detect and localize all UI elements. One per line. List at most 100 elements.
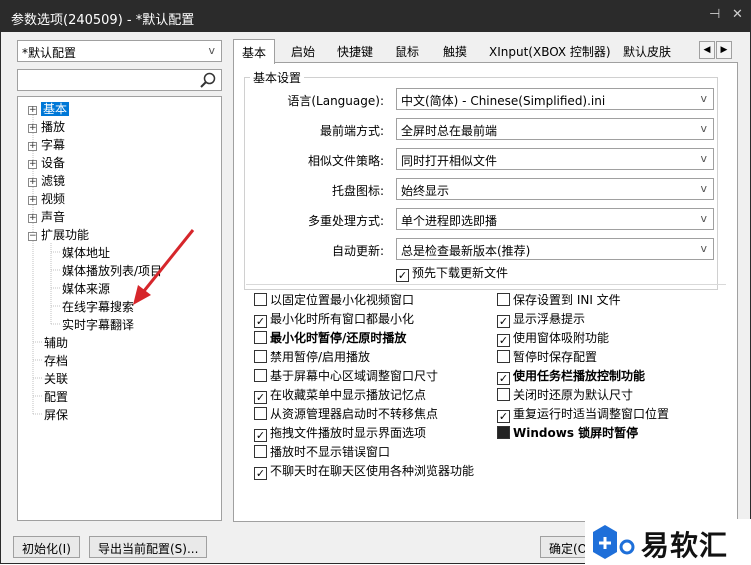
chevron-down-icon: v bbox=[208, 44, 215, 57]
predownload-checkbox[interactable]: ✓ 预先下载更新文件 bbox=[396, 265, 509, 282]
similar-files-select[interactable]: 同时打开相似文件 v bbox=[396, 148, 714, 170]
check-icon: ✓ bbox=[254, 429, 267, 442]
option-save-ini[interactable]: 保存设置到 INI 文件 bbox=[497, 292, 621, 308]
multi-process-label: 多重处理方式: bbox=[307, 214, 384, 228]
similar-files-value: 同时打开相似文件 bbox=[401, 154, 498, 168]
option-drag-show-ui[interactable]: ✓ 拖拽文件播放时显示界面选项 bbox=[254, 425, 427, 442]
checkbox-indeterminate-icon bbox=[497, 426, 510, 439]
check-icon: ✓ bbox=[497, 334, 510, 347]
checkbox-empty-icon bbox=[254, 350, 267, 363]
checkbox-empty-icon bbox=[497, 293, 510, 306]
profile-select[interactable]: *默认配置 v bbox=[17, 40, 222, 62]
divider bbox=[246, 284, 726, 285]
tab-scroll-left-icon[interactable]: ◀ bbox=[699, 41, 715, 59]
option-disable-pause[interactable]: 禁用暂停/启用播放 bbox=[254, 349, 370, 365]
close-icon[interactable]: ✕ bbox=[732, 7, 743, 22]
check-icon: ✓ bbox=[254, 315, 267, 328]
multi-process-value: 单个进程即选即播 bbox=[401, 214, 498, 228]
check-icon: ✓ bbox=[497, 410, 510, 423]
option-show-tooltips[interactable]: ✓ 显示浮悬提示 bbox=[497, 311, 586, 328]
option-chat-browser[interactable]: ✓ 不聊天时在聊天区使用各种浏览器功能 bbox=[254, 463, 475, 480]
chevron-down-icon: v bbox=[700, 242, 707, 255]
tray-icon-value: 始终显示 bbox=[401, 184, 450, 198]
search-icon[interactable] bbox=[199, 71, 217, 89]
option-label: 在收藏菜单中显示播放记忆点 bbox=[270, 388, 427, 402]
language-value: 中文(简体) - Chinese(Simplified).ini bbox=[401, 94, 606, 108]
multi-process-select[interactable]: 单个进程即选即播 v bbox=[396, 208, 714, 230]
similar-files-label: 相似文件策略: bbox=[307, 154, 384, 168]
option-label: 关闭时还原为默认尺寸 bbox=[513, 388, 634, 402]
chevron-down-icon: v bbox=[700, 182, 707, 195]
tab-basic[interactable]: 基本 bbox=[233, 39, 276, 64]
option-label: 最小化时暂停/还原时播放 bbox=[270, 331, 407, 345]
option-label: 暂停时保存配置 bbox=[513, 350, 598, 364]
auto-update-label: 自动更新: bbox=[331, 244, 384, 258]
option-label: 使用窗体吸附功能 bbox=[513, 331, 610, 345]
checkbox-empty-icon bbox=[254, 293, 267, 306]
watermark-text: 易软汇 bbox=[641, 529, 729, 562]
tab-xinput[interactable]: XInput(XBOX 控制器) bbox=[489, 43, 611, 63]
check-icon: ✓ bbox=[396, 269, 409, 282]
tab-startup[interactable]: 启始 bbox=[291, 43, 315, 63]
checkbox-empty-icon bbox=[254, 369, 267, 382]
checkbox-empty-icon bbox=[254, 445, 267, 458]
option-restore-default-size[interactable]: 关闭时还原为默认尺寸 bbox=[497, 387, 633, 403]
option-taskbar-controls[interactable]: ✓ 使用任务栏播放控制功能 bbox=[497, 368, 646, 385]
tray-icon-label: 托盘图标: bbox=[331, 184, 384, 198]
option-label: Windows 锁屏时暂停 bbox=[513, 426, 639, 440]
tab-strip: 基本 启始 快捷键 鼠标 触摸 XInput(XBOX 控制器) 默认皮肤 ◀ … bbox=[233, 39, 738, 64]
watermark: 易软汇 bbox=[585, 519, 751, 565]
tray-icon-select[interactable]: 始终显示 v bbox=[396, 178, 714, 200]
option-window-snap[interactable]: ✓ 使用窗体吸附功能 bbox=[497, 330, 610, 347]
option-center-resize[interactable]: 基于屏幕中心区域调整窗口尺寸 bbox=[254, 368, 438, 384]
option-bookmark-memory[interactable]: ✓ 在收藏菜单中显示播放记忆点 bbox=[254, 387, 427, 404]
profile-select-value: *默认配置 bbox=[22, 46, 77, 60]
topmost-select[interactable]: 全屏时总在最前端 v bbox=[396, 118, 714, 140]
option-label: 禁用暂停/启用播放 bbox=[270, 350, 371, 364]
group-title: 基本设置 bbox=[250, 69, 305, 86]
tab-scroll-right-icon[interactable]: ▶ bbox=[716, 41, 732, 59]
checkbox-empty-icon bbox=[254, 331, 267, 344]
option-label: 拖拽文件播放时显示界面选项 bbox=[270, 426, 427, 440]
option-label: 播放时不显示错误窗口 bbox=[270, 445, 391, 459]
checkbox-empty-icon bbox=[497, 388, 510, 401]
option-adjust-window-position[interactable]: ✓ 重复运行时适当调整窗口位置 bbox=[497, 406, 670, 423]
auto-update-value: 总是检查最新版本(推荐) bbox=[401, 244, 531, 258]
option-no-focus-steal[interactable]: 从资源管理器启动时不转移焦点 bbox=[254, 406, 438, 422]
options-window: 参数选项(240509) - *默认配置 ⊣ ✕ *默认配置 v + 基本 + … bbox=[0, 0, 751, 565]
predownload-label: 预先下载更新文件 bbox=[412, 266, 509, 280]
pin-icon[interactable]: ⊣ bbox=[709, 7, 720, 22]
check-icon: ✓ bbox=[497, 315, 510, 328]
checkbox-empty-icon bbox=[497, 350, 510, 363]
auto-update-select[interactable]: 总是检查最新版本(推荐) v bbox=[396, 238, 714, 260]
option-save-on-pause[interactable]: 暂停时保存配置 bbox=[497, 349, 597, 365]
option-label: 不聊天时在聊天区使用各种浏览器功能 bbox=[270, 464, 475, 478]
option-pause-on-minimize[interactable]: 最小化时暂停/还原时播放 bbox=[254, 330, 406, 346]
topmost-value: 全屏时总在最前端 bbox=[401, 124, 498, 138]
option-label: 使用任务栏播放控制功能 bbox=[513, 369, 646, 383]
option-minimize-all[interactable]: ✓ 最小化时所有窗口都最小化 bbox=[254, 311, 415, 328]
tab-touch[interactable]: 触摸 bbox=[443, 43, 467, 63]
init-button[interactable]: 初始化(I) bbox=[13, 536, 80, 558]
search-input[interactable] bbox=[17, 69, 222, 91]
language-select[interactable]: 中文(简体) - Chinese(Simplified).ini v bbox=[396, 88, 714, 110]
option-label: 重复运行时适当调整窗口位置 bbox=[513, 407, 670, 421]
tab-hotkeys[interactable]: 快捷键 bbox=[337, 43, 373, 63]
export-config-button[interactable]: 导出当前配置(S)... bbox=[89, 536, 208, 558]
option-pause-on-lock[interactable]: Windows 锁屏时暂停 bbox=[497, 425, 638, 441]
tab-mouse[interactable]: 鼠标 bbox=[395, 43, 419, 63]
red-arrow-annotation bbox=[133, 229, 195, 305]
option-label: 最小化时所有窗口都最小化 bbox=[270, 312, 415, 326]
option-label: 显示浮悬提示 bbox=[513, 312, 586, 326]
language-label: 语言(Language): bbox=[287, 94, 384, 108]
settings-tree: + 基本 + 播放 + 字幕 + 设备 + 滤镜 + 视频 + 声音 − 扩展功能 媒体地址 媒… bbox=[17, 96, 222, 521]
check-icon: ✓ bbox=[254, 391, 267, 404]
option-hide-errors[interactable]: 播放时不显示错误窗口 bbox=[254, 444, 390, 460]
option-minimize-fixed[interactable]: 以固定位置最小化视频窗口 bbox=[254, 292, 414, 308]
option-label: 以固定位置最小化视频窗口 bbox=[270, 293, 415, 307]
title-bar[interactable]: 参数选项(240509) - *默认配置 ⊣ ✕ bbox=[1, 1, 750, 32]
chevron-down-icon: v bbox=[700, 122, 707, 135]
tab-default-skin[interactable]: 默认皮肤 bbox=[623, 43, 671, 63]
topmost-label: 最前端方式: bbox=[319, 124, 384, 138]
check-icon: ✓ bbox=[497, 372, 510, 385]
